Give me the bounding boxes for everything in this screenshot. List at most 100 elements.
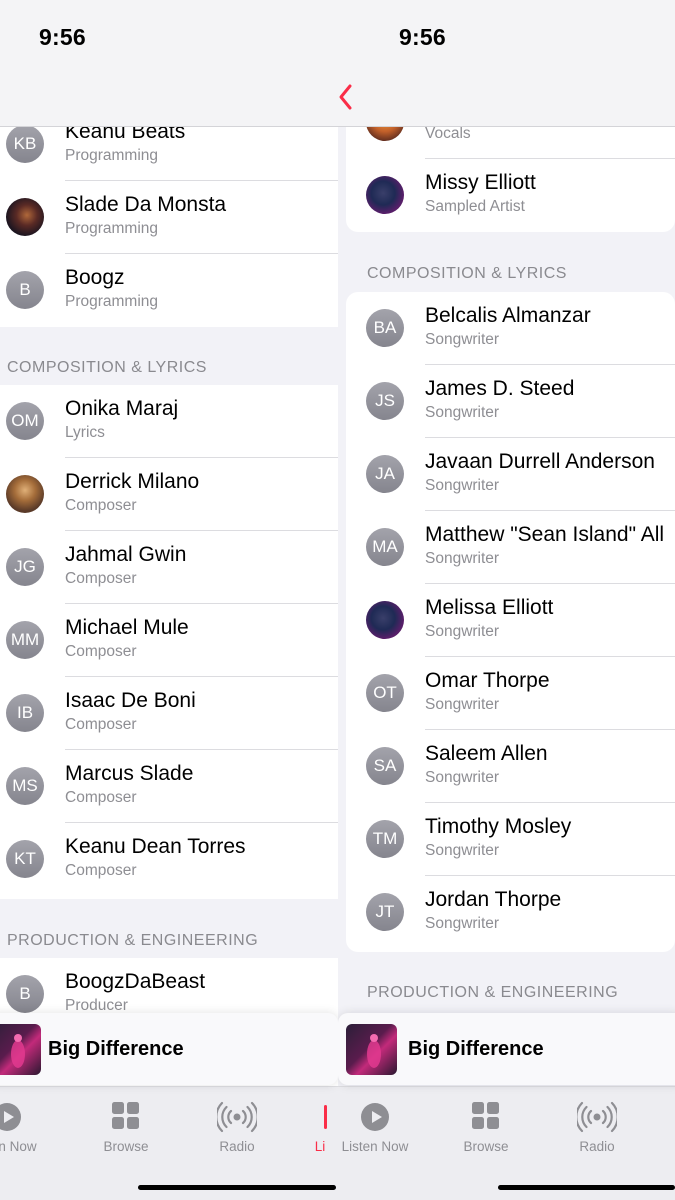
credit-role: Sampled Artist [425,198,525,215]
credit-name: Michael Mule [65,616,189,639]
now-playing-title: Big Difference [48,1038,184,1060]
artist-photo-avatar [6,475,44,513]
avatar: OM [6,402,44,440]
credit-row[interactable]: JA Javaan Durrell Anderson Songwriter [346,438,675,511]
grid-icon [81,1101,171,1133]
avatar: SA [366,747,404,785]
credit-role: Composer [65,789,137,806]
artist-photo-avatar [366,601,404,639]
credit-row[interactable]: OM Onika Maraj Lyrics [0,385,338,458]
credit-row[interactable]: Missy Elliott Sampled Artist [346,159,675,232]
credit-role: Songwriter [425,769,500,786]
tab-bar: isten Now Browse Radio Li [0,1086,338,1200]
credit-role: Programming [65,220,159,237]
credit-row[interactable]: TM Timothy Mosley Songwriter [346,803,675,876]
credit-row[interactable]: Derrick Milano Composer [0,458,338,531]
credit-role: Programming [65,293,159,310]
credit-name: Matthew "Sean Island" All [425,523,665,546]
credit-name: Onika Maraj [65,397,179,420]
section-header-production: PRODUCTION & ENGINEERING [367,984,619,1001]
avatar: JG [6,548,44,586]
credit-role: Composer [65,643,137,660]
avatar: JS [366,382,404,420]
credit-row[interactable]: Slade Da Monsta Programming [0,181,338,254]
credit-name: Marcus Slade [65,762,194,785]
avatar: IB [6,694,44,732]
credit-row[interactable]: BA Belcalis Almanzar Songwriter [346,292,675,365]
credit-name: Keanu Dean Torres [65,835,246,858]
album-artwork [346,1024,397,1075]
back-button[interactable] [338,80,366,114]
chevron-left-icon [339,84,352,110]
status-time: 9:56 [399,24,446,50]
credit-row[interactable]: KT Keanu Dean Torres Composer [0,823,338,896]
credit-role: Songwriter [425,915,500,932]
mini-player[interactable]: Big Difference [0,1013,338,1085]
tab-library[interactable]: Li [290,1101,338,1154]
tab-radio[interactable]: Radio [552,1101,642,1154]
credit-role: Songwriter [425,404,500,421]
status-time: 9:56 [39,24,86,50]
tab-listen-now[interactable]: Listen Now [338,1101,420,1154]
credit-role: Songwriter [425,842,500,859]
credit-name: Isaac De Boni [65,689,196,712]
avatar: KT [6,840,44,878]
library-icon [290,1101,338,1133]
credit-row[interactable]: JT Jordan Thorpe Songwriter [346,876,675,949]
avatar: JA [366,455,404,493]
tab-label: Listen Now [341,1139,409,1154]
artist-photo-avatar [366,176,404,214]
credit-role: Composer [65,570,137,587]
credit-row[interactable]: IB Isaac De Boni Composer [0,677,338,750]
album-artwork [0,1024,41,1075]
tab-listen-now[interactable]: isten Now [0,1101,52,1154]
avatar: B [6,271,44,309]
credit-row[interactable]: MM Michael Mule Composer [0,604,338,677]
credit-row[interactable]: JG Jahmal Gwin Composer [0,531,338,604]
home-indicator [498,1185,675,1190]
left-screenshot: 9:56 KB Keanu Beats Programming Slade Da… [0,0,338,1200]
credit-row[interactable]: MS Marcus Slade Composer [0,750,338,823]
credit-row[interactable]: JS James D. Steed Songwriter [346,365,675,438]
credit-name: Omar Thorpe [425,669,550,692]
play-circle-icon [0,1101,52,1133]
nav-bar [338,80,675,127]
credit-role: Songwriter [425,477,500,494]
tab-radio[interactable]: Radio [192,1101,282,1154]
status-bar: 9:56 [0,0,338,80]
avatar: B [6,975,44,1013]
credit-row[interactable]: SA Saleem Allen Songwriter [346,730,675,803]
tab-browse[interactable]: Browse [81,1101,171,1154]
section-header-composition: COMPOSITION & LYRICS [367,265,567,282]
tab-label: isten Now [0,1139,37,1154]
avatar: JT [366,893,404,931]
credit-row[interactable]: Melissa Elliott Songwriter [346,584,675,657]
mini-player[interactable]: Big Difference [338,1013,675,1085]
avatar: TM [366,820,404,858]
avatar: MM [6,621,44,659]
tab-label: Browse [463,1139,509,1154]
credit-row[interactable]: OT Omar Thorpe Songwriter [346,657,675,730]
credit-role: Composer [65,862,137,879]
credit-role: Songwriter [425,550,500,567]
credit-row[interactable]: B Boogz Programming [0,254,338,327]
status-bar: 9:56 [338,0,675,80]
credit-name: Saleem Allen [425,742,548,765]
credit-name: James D. Steed [425,377,575,400]
tab-label: Browse [103,1139,149,1154]
credit-role: Songwriter [425,623,500,640]
credit-role: Vocals [425,125,471,142]
credit-name: Slade Da Monsta [65,193,227,216]
credit-name: Melissa Elliott [425,596,554,619]
credit-row[interactable]: MA Matthew "Sean Island" All Songwriter [346,511,675,584]
play-circle-icon [338,1101,420,1133]
nav-bar [0,80,338,127]
tab-label: Radio [579,1139,615,1154]
credit-name: Boogz [65,266,125,289]
avatar: MA [366,528,404,566]
credit-role: Songwriter [425,696,500,713]
radio-waves-icon [192,1101,282,1133]
credit-role: Lyrics [65,424,105,441]
avatar: OT [366,674,404,712]
tab-browse[interactable]: Browse [441,1101,531,1154]
